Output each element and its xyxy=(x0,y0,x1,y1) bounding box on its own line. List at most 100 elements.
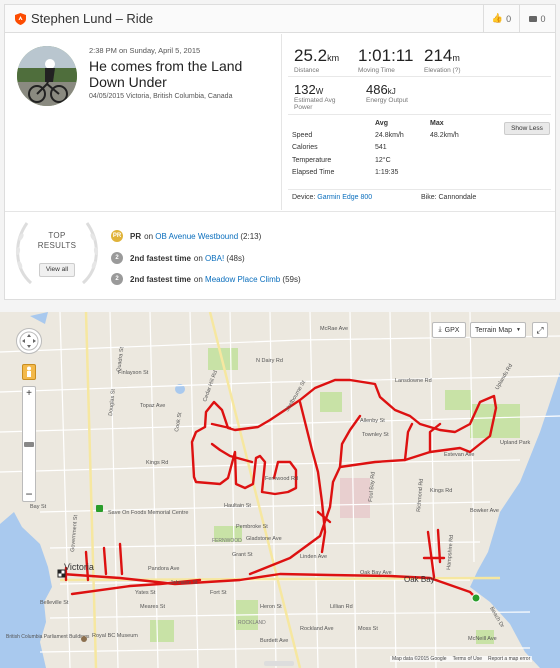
svg-text:Lansdowne Rd: Lansdowne Rd xyxy=(395,378,432,384)
segment-link[interactable]: OBA! xyxy=(205,254,224,263)
elevation-value: 214 xyxy=(424,46,453,65)
show-less-button[interactable]: Show Less xyxy=(504,122,550,135)
achievement-item: 2 2nd fastest time on OBA! (48s) xyxy=(111,252,245,264)
route-map[interactable]: Finlayson St Topaz Ave Kings Rd Bay St F… xyxy=(0,312,560,668)
view-all-button[interactable]: View all xyxy=(39,263,75,277)
max-header: Max xyxy=(430,119,444,127)
activity-location: 04/05/2015 Victoria, British Columbia, C… xyxy=(89,93,233,100)
svg-text:ROCKLAND: ROCKLAND xyxy=(238,620,266,626)
distance-value: 25.2 xyxy=(294,46,328,65)
table-row: Speed 24.8km/h 48.2km/h xyxy=(292,129,480,141)
svg-text:Allenby St: Allenby St xyxy=(360,418,385,424)
segment-link[interactable]: OB Avenue Westbound xyxy=(155,232,238,241)
activity-header: Stephen Lund – Ride 👍 0 0 xyxy=(5,5,555,33)
svg-text:Moss St: Moss St xyxy=(358,626,378,632)
svg-text:FERNWOOD: FERNWOOD xyxy=(212,538,242,544)
download-icon: ⤓ xyxy=(438,326,442,333)
row-max xyxy=(430,142,480,154)
svg-text:N Dairy Rd: N Dairy Rd xyxy=(256,358,283,364)
svg-text:Rockland Ave: Rockland Ave xyxy=(300,626,334,632)
elevation-stat: 214m Elevation (?) xyxy=(424,46,461,74)
gpx-download-button[interactable]: ⤓ GPX xyxy=(432,322,466,338)
achievement-time: (59s) xyxy=(282,274,301,284)
map-city-label: Victoria xyxy=(64,562,94,572)
activity-name: He comes from the Land Down Under xyxy=(89,58,243,90)
svg-text:Burdett Ave: Burdett Ave xyxy=(260,638,288,644)
comment-count: 0 xyxy=(540,13,546,24)
energy-unit: kJ xyxy=(387,87,396,96)
table-row: Elapsed Time 1:19:35 xyxy=(292,167,480,179)
row-max xyxy=(430,167,480,179)
activity-card: Stephen Lund – Ride 👍 0 0 2:38 PM on Sun… xyxy=(4,4,556,300)
zoom-slider[interactable]: + − xyxy=(22,386,36,502)
achievement-prefix: PR xyxy=(130,231,142,241)
map-type-label: Terrain Map xyxy=(475,326,512,334)
pan-control[interactable] xyxy=(16,328,42,354)
strava-shield-icon xyxy=(15,12,26,25)
row-avg: 1:19:35 xyxy=(375,169,399,177)
report-error-link[interactable]: Report a map error xyxy=(488,656,530,662)
svg-text:Pembroke St: Pembroke St xyxy=(236,524,268,530)
achievement-prefix: 2nd fastest time xyxy=(130,253,191,263)
gpx-label: GPX xyxy=(444,326,460,334)
details-divider xyxy=(288,114,551,115)
row-label: Calories xyxy=(292,144,318,152)
achievement-on: on xyxy=(193,274,203,284)
map-attribution: Map data ©2015 Google xyxy=(392,656,447,662)
elevation-label-link[interactable]: Elevation (?) xyxy=(424,67,461,74)
zoom-handle[interactable] xyxy=(24,441,34,447)
top-results-title-2: RESULTS xyxy=(37,241,77,250)
stats-divider xyxy=(288,76,551,77)
segment-link[interactable]: Meadow Place Climb xyxy=(205,275,280,284)
street-view-pegman-icon[interactable] xyxy=(22,364,36,380)
device-link[interactable]: Garmin Edge 800 xyxy=(317,194,372,201)
kudos-count: 0 xyxy=(506,13,512,24)
row-label: Speed xyxy=(292,132,313,140)
activity-date: 2:38 PM on Sunday, April 5, 2015 xyxy=(89,46,201,55)
map-resize-handle[interactable] xyxy=(264,661,294,666)
zoom-out-icon[interactable]: − xyxy=(25,488,32,500)
comment-icon xyxy=(529,15,538,22)
distance-unit: km xyxy=(327,53,340,63)
map-canvas[interactable]: Finlayson St Topaz Ave Kings Rd Bay St F… xyxy=(0,312,560,668)
kudos-button[interactable]: 👍 0 xyxy=(483,5,519,32)
svg-text:Townley St: Townley St xyxy=(362,432,389,438)
comment-button[interactable]: 0 xyxy=(519,5,555,32)
achievement-prefix: 2nd fastest time xyxy=(130,274,191,284)
svg-text:Meares St: Meares St xyxy=(140,604,166,610)
achievement-time: (2:13) xyxy=(240,231,262,241)
power-stat: 132W Estimated Avg Power xyxy=(294,82,344,111)
svg-text:Bay St: Bay St xyxy=(30,504,47,510)
table-row: Temperature 12°C xyxy=(292,154,480,166)
svg-text:Save On Foods Memorial Centre: Save On Foods Memorial Centre xyxy=(108,510,188,516)
activity-title: Stephen Lund – Ride xyxy=(31,11,154,26)
moving-time-label: Moving Time xyxy=(358,67,395,74)
row-label: Elapsed Time xyxy=(292,169,335,177)
svg-text:Yates St: Yates St xyxy=(135,590,156,596)
fullscreen-button[interactable]: ⤢ xyxy=(532,322,548,338)
row-avg: 12°C xyxy=(375,156,391,164)
athlete-avatar[interactable] xyxy=(17,46,77,106)
row-avg: 24.8km/h xyxy=(375,132,404,140)
terms-link[interactable]: Terms of Use xyxy=(453,656,482,662)
museum-marker-icon xyxy=(81,636,87,642)
achievement-on: on xyxy=(193,253,203,263)
svg-text:Kings Rd: Kings Rd xyxy=(430,488,452,494)
svg-text:Johnson St: Johnson St xyxy=(170,580,198,586)
pr-medal-icon: PR xyxy=(111,230,123,242)
svg-text:Grant St: Grant St xyxy=(232,552,253,558)
power-value: 132 xyxy=(294,82,316,97)
svg-text:Fort St: Fort St xyxy=(210,590,227,596)
table-row: Calories 541 xyxy=(292,142,480,154)
svg-text:Oak Bay: Oak Bay xyxy=(404,575,435,584)
row-max: 48.2km/h xyxy=(430,132,459,140)
svg-text:Topaz Ave: Topaz Ave xyxy=(140,403,165,409)
svg-text:Belleville St: Belleville St xyxy=(40,600,69,606)
map-type-select[interactable]: Terrain Map ▼ xyxy=(470,322,526,338)
zoom-in-icon[interactable]: + xyxy=(26,389,32,399)
silver-medal-icon: 2 xyxy=(111,252,123,264)
achievement-time: (48s) xyxy=(226,253,245,263)
activity-summary: 2:38 PM on Sunday, April 5, 2015 He come… xyxy=(5,34,281,210)
achievement-item: 2 2nd fastest time on Meadow Place Climb… xyxy=(111,273,301,285)
distance-stat: 25.2km Distance xyxy=(294,46,339,74)
